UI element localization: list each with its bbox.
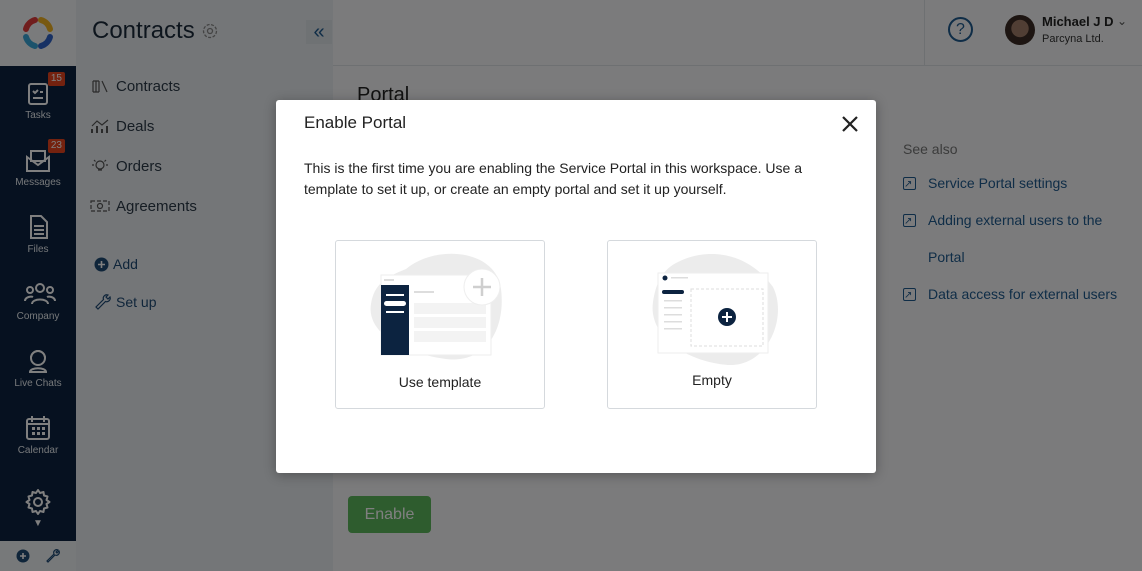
use-template-option[interactable]: Use template xyxy=(335,240,545,409)
empty-illustration-icon xyxy=(652,254,778,366)
empty-option[interactable]: Empty xyxy=(607,240,817,409)
option-label: Empty xyxy=(692,372,732,388)
close-icon[interactable] xyxy=(838,112,862,136)
option-label: Use template xyxy=(398,374,482,390)
dialog-title: Enable Portal xyxy=(304,113,407,132)
enable-portal-dialog: Enable Portal This is the first time you… xyxy=(276,100,876,473)
template-illustration-icon xyxy=(370,253,502,360)
dialog-description: This is the first time you are enabling … xyxy=(304,160,802,197)
